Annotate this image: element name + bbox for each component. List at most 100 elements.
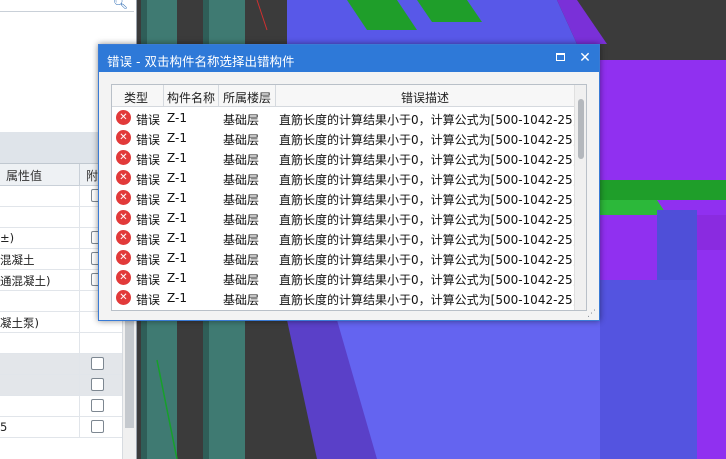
property-row[interactable] — [0, 396, 122, 417]
cell-type: 错误 — [136, 173, 161, 187]
cell-floor: 基础层 — [223, 233, 260, 247]
error-icon: ✕ — [116, 150, 131, 165]
cell-type: 错误 — [136, 233, 161, 247]
attach-checkbox[interactable] — [91, 420, 104, 433]
footing-side — [600, 280, 697, 459]
table-scrollbar[interactable] — [574, 85, 586, 310]
table-row[interactable]: ✕ 错误 Z-1 基础层 直筋长度的计算结果小于0，计算公式为[500-1042-25] — [112, 128, 578, 148]
property-row[interactable]: 5 — [0, 417, 122, 438]
table-row[interactable]: ✕ 错误 Z-1 基础层 直筋长度的计算结果小于0，计算公式为[500-1042-25] — [112, 268, 578, 288]
column-divider — [79, 354, 80, 375]
dialog-titlebar[interactable]: 错误 - 双击构件名称选择出错构件 ✕ — [99, 45, 599, 72]
column-divider — [79, 333, 80, 354]
column-divider — [79, 417, 80, 438]
cell-component-name[interactable]: Z-1 — [167, 291, 187, 305]
error-table: 类型 构件名称 所属楼层 错误描述 ✕ 错误 Z-1 基础层 直筋长度的计算结果小于0，… — [111, 84, 587, 311]
cell-description: 直筋长度的计算结果小于0，计算公式为[500-1042-25] — [279, 293, 578, 307]
cell-description: 直筋长度的计算结果小于0，计算公式为[500-1042-25] — [279, 273, 578, 287]
cell-floor: 基础层 — [223, 293, 260, 307]
column-divider — [79, 207, 80, 228]
column-divider[interactable] — [218, 85, 219, 107]
property-row[interactable] — [0, 375, 122, 396]
cell-component-name[interactable]: Z-1 — [167, 131, 187, 145]
cell-description: 直筋长度的计算结果小于0，计算公式为[500-1042-25] — [279, 253, 578, 267]
table-header: 类型 构件名称 所属楼层 错误描述 — [112, 85, 574, 107]
cell-type: 错误 — [136, 133, 161, 147]
resize-grip-icon[interactable]: ⋰ — [587, 309, 597, 319]
attach-checkbox[interactable] — [91, 378, 104, 391]
column-divider — [79, 186, 80, 207]
cell-component-name[interactable]: Z-1 — [167, 151, 187, 165]
error-icon: ✕ — [116, 290, 131, 305]
cell-description: 直筋长度的计算结果小于0，计算公式为[500-1042-25] — [279, 213, 578, 227]
cell-component-name[interactable]: Z-1 — [167, 271, 187, 285]
cell-type: 错误 — [136, 113, 161, 127]
cell-type: 错误 — [136, 153, 161, 167]
column-divider — [79, 270, 80, 291]
error-dialog: 错误 - 双击构件名称选择出错构件 ✕ 类型 构件名称 所属楼层 错误描述 ✕ 错… — [98, 44, 600, 321]
footing-pier — [657, 210, 697, 280]
cell-description: 直筋长度的计算结果小于0，计算公式为[500-1042-25] — [279, 113, 578, 127]
column-header-description[interactable]: 错误描述 — [401, 89, 449, 106]
column-divider — [79, 291, 80, 312]
property-row[interactable] — [0, 333, 122, 354]
cell-component-name[interactable]: Z-1 — [167, 231, 187, 245]
property-value: 5 — [0, 420, 8, 434]
maximize-icon — [555, 53, 565, 61]
beam-green-right-face — [600, 200, 667, 215]
error-icon: ✕ — [116, 270, 131, 285]
property-value: 通混凝土) — [0, 274, 51, 288]
column-header-floor[interactable]: 所属楼层 — [223, 89, 271, 106]
cell-floor: 基础层 — [223, 113, 260, 127]
table-row[interactable]: ✕ 错误 Z-1 基础层 直筋长度的计算结果小于0，计算公式为[500-1042-25] — [112, 108, 578, 128]
cell-component-name[interactable]: Z-1 — [167, 251, 187, 265]
cell-component-name[interactable]: Z-1 — [167, 211, 187, 225]
error-icon: ✕ — [116, 230, 131, 245]
property-row[interactable] — [0, 354, 122, 375]
table-row[interactable]: ✕ 错误 Z-1 基础层 直筋长度的计算结果小于0，计算公式为[500-1042-25] — [112, 208, 578, 228]
table-body: ✕ 错误 Z-1 基础层 直筋长度的计算结果小于0，计算公式为[500-1042-25]… — [112, 108, 578, 310]
close-button[interactable]: ✕ — [575, 48, 595, 68]
table-row[interactable]: ✕ 错误 Z-1 基础层 直筋长度的计算结果小于0，计算公式为[500-1042-25] — [112, 188, 577, 208]
search-input[interactable]: 🔍︎ — [0, 0, 134, 12]
app-window: 🔍︎ 属性值 附 ±) 混凝土 通混凝土) 凝土泵) 5 错误 - 双击构件名称… — [0, 0, 726, 459]
cell-type: 错误 — [136, 253, 161, 267]
column-header-type[interactable]: 类型 — [124, 89, 148, 106]
error-icon: ✕ — [116, 250, 131, 265]
scrollbar-thumb[interactable] — [578, 99, 584, 159]
table-row[interactable]: ✕ 错误 Z-1 基础层 直筋长度的计算结果小于0，计算公式为[500-1042-25] — [112, 288, 578, 308]
cell-description: 直筋长度的计算结果小于0，计算公式为[500-1042-25] — [279, 233, 578, 247]
cell-type: 错误 — [136, 213, 161, 227]
attach-checkbox[interactable] — [91, 399, 104, 412]
property-value: ±) — [0, 231, 15, 245]
column-header-name[interactable]: 构件名称 — [167, 89, 215, 106]
column-divider — [79, 312, 80, 333]
cell-component-name[interactable]: Z-1 — [167, 191, 187, 205]
column-divider[interactable] — [275, 85, 276, 107]
column-divider[interactable] — [79, 164, 80, 186]
attach-checkbox[interactable] — [91, 357, 104, 370]
cell-description: 直筋长度的计算结果小于0，计算公式为[500-1042-25] — [279, 153, 578, 167]
table-row[interactable]: ✕ 错误 Z-1 基础层 直筋长度的计算结果小于0，计算公式为[500-1042-25] — [112, 148, 578, 168]
header-attach: 附 — [86, 169, 99, 183]
error-icon: ✕ — [116, 190, 131, 205]
error-icon: ✕ — [116, 210, 131, 225]
table-row[interactable]: ✕ 错误 Z-1 基础层 直筋长度的计算结果小于0，计算公式为[500-1042-25] — [112, 248, 578, 268]
cell-component-name[interactable]: Z-1 — [167, 171, 187, 185]
error-icon: ✕ — [116, 110, 131, 125]
column-divider — [79, 396, 80, 417]
cell-description: 直筋长度的计算结果小于0，计算公式为[500-1042-25] — [279, 173, 578, 187]
search-icon[interactable]: 🔍︎ — [113, 0, 128, 9]
cell-component-name[interactable]: Z-1 — [167, 111, 187, 125]
column-divider[interactable] — [163, 85, 164, 107]
column-divider — [79, 228, 80, 249]
cell-type: 错误 — [136, 273, 161, 287]
column-divider — [79, 249, 80, 270]
cell-description: 直筋长度的计算结果小于0，计算公式为[500-1042-25] — [279, 133, 578, 147]
cell-floor: 基础层 — [223, 213, 260, 227]
table-row[interactable]: ✕ 错误 Z-1 基础层 直筋长度的计算结果小于0，计算公式为[500-1042-25] — [112, 228, 578, 248]
maximize-button[interactable] — [550, 48, 570, 68]
table-row[interactable]: ✕ 错误 Z-1 基础层 直筋长度的计算结果小于0，计算公式为[500-1042-25] — [112, 168, 578, 188]
cell-floor: 基础层 — [223, 173, 260, 187]
cell-floor: 基础层 — [223, 273, 260, 287]
